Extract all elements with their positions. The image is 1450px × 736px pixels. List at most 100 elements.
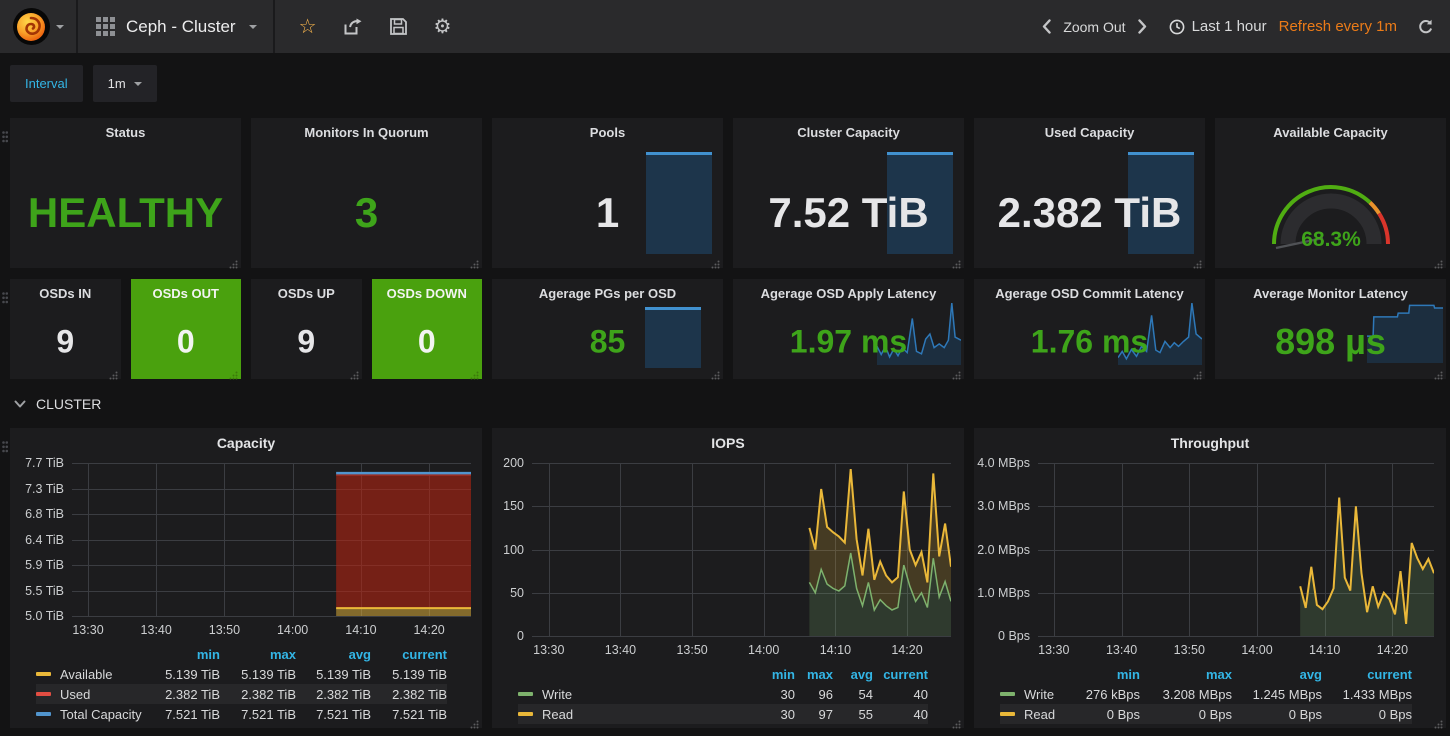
legend-sort-max[interactable]: max (1140, 667, 1232, 682)
settings-gear-button[interactable]: ⚙ (434, 17, 452, 37)
share-button[interactable] (344, 18, 363, 35)
panel-title[interactable]: Pools (492, 118, 723, 140)
submenu: Interval 1m (0, 53, 1450, 118)
stat-value: 0 (372, 324, 483, 361)
save-button[interactable] (390, 18, 407, 35)
panel-title[interactable]: Agerage PGs per OSD (492, 279, 723, 301)
legend-series-name[interactable]: Total Capacity (60, 707, 142, 722)
dashboard-grid-icon (96, 17, 115, 36)
resize-handle[interactable] (350, 367, 359, 376)
dashboard-title-menu[interactable]: Ceph - Cluster (78, 0, 275, 53)
graph-legend: minmaxavgcurrent Write30965440Read3097554… (492, 664, 964, 724)
refresh-button[interactable] (1417, 19, 1434, 35)
panel-title[interactable]: Agerage OSD Commit Latency (974, 279, 1205, 301)
legend-series-name[interactable]: Write (542, 687, 572, 702)
row-drag-handle[interactable] (2, 440, 8, 452)
resize-handle[interactable] (711, 256, 720, 265)
interval-variable-label[interactable]: Interval (10, 65, 83, 102)
panel-title[interactable]: Monitors In Quorum (251, 118, 482, 140)
resize-handle[interactable] (1193, 367, 1202, 376)
legend-series-name[interactable]: Available (60, 667, 113, 682)
interval-variable-value[interactable]: 1m (93, 65, 157, 102)
panel-title[interactable]: Capacity (10, 428, 482, 451)
legend-series-color (1000, 692, 1015, 696)
panel-osd-apply-latency: Agerage OSD Apply Latency 1.97 ms (733, 279, 964, 379)
legend-sort-min[interactable]: min (745, 667, 795, 682)
legend-row: Read30975540 (518, 704, 928, 724)
time-forward-button[interactable] (1126, 19, 1159, 34)
legend-sort-current[interactable]: current (873, 667, 928, 682)
time-range-picker[interactable]: Last 1 hour (1169, 18, 1267, 35)
stat-value: HEALTHY (10, 189, 241, 237)
refresh-interval-label[interactable]: Refresh every 1m (1279, 18, 1397, 35)
legend-series-name[interactable]: Used (60, 687, 90, 702)
resize-handle[interactable] (952, 367, 961, 376)
legend-row: Available5.139 TiB5.139 TiB5.139 TiB5.13… (36, 664, 447, 684)
resize-handle[interactable] (470, 367, 479, 376)
resize-handle[interactable] (1193, 256, 1202, 265)
stat-value: 898 µs (1215, 321, 1446, 363)
panel-title[interactable]: Agerage OSD Apply Latency (733, 279, 964, 301)
panel-title[interactable]: Cluster Capacity (733, 118, 964, 140)
row-drag-handle[interactable] (2, 291, 8, 303)
legend-sort-min[interactable]: min (1050, 667, 1140, 682)
panel-iops-graph: IOPS 20015010050013:3013:4013:5014:0014:… (492, 428, 964, 728)
grafana-menu[interactable] (0, 0, 78, 53)
panel-osds-up: OSDs UP 9 (251, 279, 362, 379)
panel-title[interactable]: IOPS (492, 428, 964, 451)
panel-throughput-graph: Throughput 4.0 MBps3.0 MBps2.0 MBps1.0 M… (974, 428, 1446, 728)
panel-title[interactable]: Average Monitor Latency (1215, 279, 1446, 301)
legend-sort-current[interactable]: current (371, 647, 447, 662)
chevron-down-icon (14, 400, 26, 408)
panel-title[interactable]: OSDs DOWN (372, 279, 483, 301)
legend-series-name[interactable]: Read (542, 707, 573, 722)
legend-sort-avg[interactable]: avg (1232, 667, 1322, 682)
legend-series-color (518, 712, 533, 716)
row-header-label: CLUSTER (36, 396, 101, 412)
resize-handle[interactable] (711, 367, 720, 376)
resize-handle[interactable] (1434, 256, 1443, 265)
legend-sort-min[interactable]: min (144, 647, 220, 662)
legend-series-color (36, 692, 51, 696)
stat-value: 1.97 ms (733, 324, 964, 361)
panel-osds-down: OSDs DOWN 0 (372, 279, 483, 379)
gauge: 68.3% (1261, 166, 1401, 254)
row-drag-handle[interactable] (2, 130, 8, 142)
caret-down-icon (56, 25, 64, 29)
legend-sort-avg[interactable]: avg (296, 647, 371, 662)
svg-text:68.3%: 68.3% (1301, 228, 1361, 251)
legend-sort-avg[interactable]: avg (833, 667, 873, 682)
legend-row: Write30965440 (518, 684, 928, 704)
panel-title[interactable]: OSDs OUT (131, 279, 242, 301)
resize-handle[interactable] (229, 256, 238, 265)
legend-row: Read0 Bps0 Bps0 Bps0 Bps (1000, 704, 1412, 724)
resize-handle[interactable] (470, 256, 479, 265)
panel-title[interactable]: Available Capacity (1215, 118, 1446, 140)
legend-sort-max[interactable]: max (220, 647, 296, 662)
row-header-cluster[interactable]: CLUSTER (0, 379, 1450, 428)
star-button[interactable]: ☆ (299, 17, 317, 37)
stat-value: 85 (492, 324, 723, 361)
stat-value: 0 (131, 324, 242, 361)
panel-title[interactable]: Used Capacity (974, 118, 1205, 140)
panel-title[interactable]: OSDs IN (10, 279, 121, 301)
panel-used-capacity: Used Capacity 2.382 TiB (974, 118, 1205, 268)
stat-value: 2.382 TiB (974, 189, 1205, 237)
legend-series-color (518, 692, 533, 696)
legend-series-color (36, 712, 51, 716)
legend-sort-max[interactable]: max (795, 667, 833, 682)
legend-series-color (36, 672, 51, 676)
resize-handle[interactable] (952, 256, 961, 265)
legend-sort-current[interactable]: current (1322, 667, 1412, 682)
panel-monitors-in-quorum: Monitors In Quorum 3 (251, 118, 482, 268)
resize-handle[interactable] (1434, 367, 1443, 376)
time-back-button[interactable] (1030, 19, 1063, 34)
panel-title[interactable]: Throughput (974, 428, 1446, 451)
zoom-out-button[interactable]: Zoom Out (1063, 19, 1125, 35)
resize-handle[interactable] (109, 367, 118, 376)
panel-title[interactable]: OSDs UP (251, 279, 362, 301)
legend-row: Write276 kBps3.208 MBps1.245 MBps1.433 M… (1000, 684, 1412, 704)
panel-title[interactable]: Status (10, 118, 241, 140)
stat-value: 3 (251, 189, 482, 237)
resize-handle[interactable] (229, 367, 238, 376)
